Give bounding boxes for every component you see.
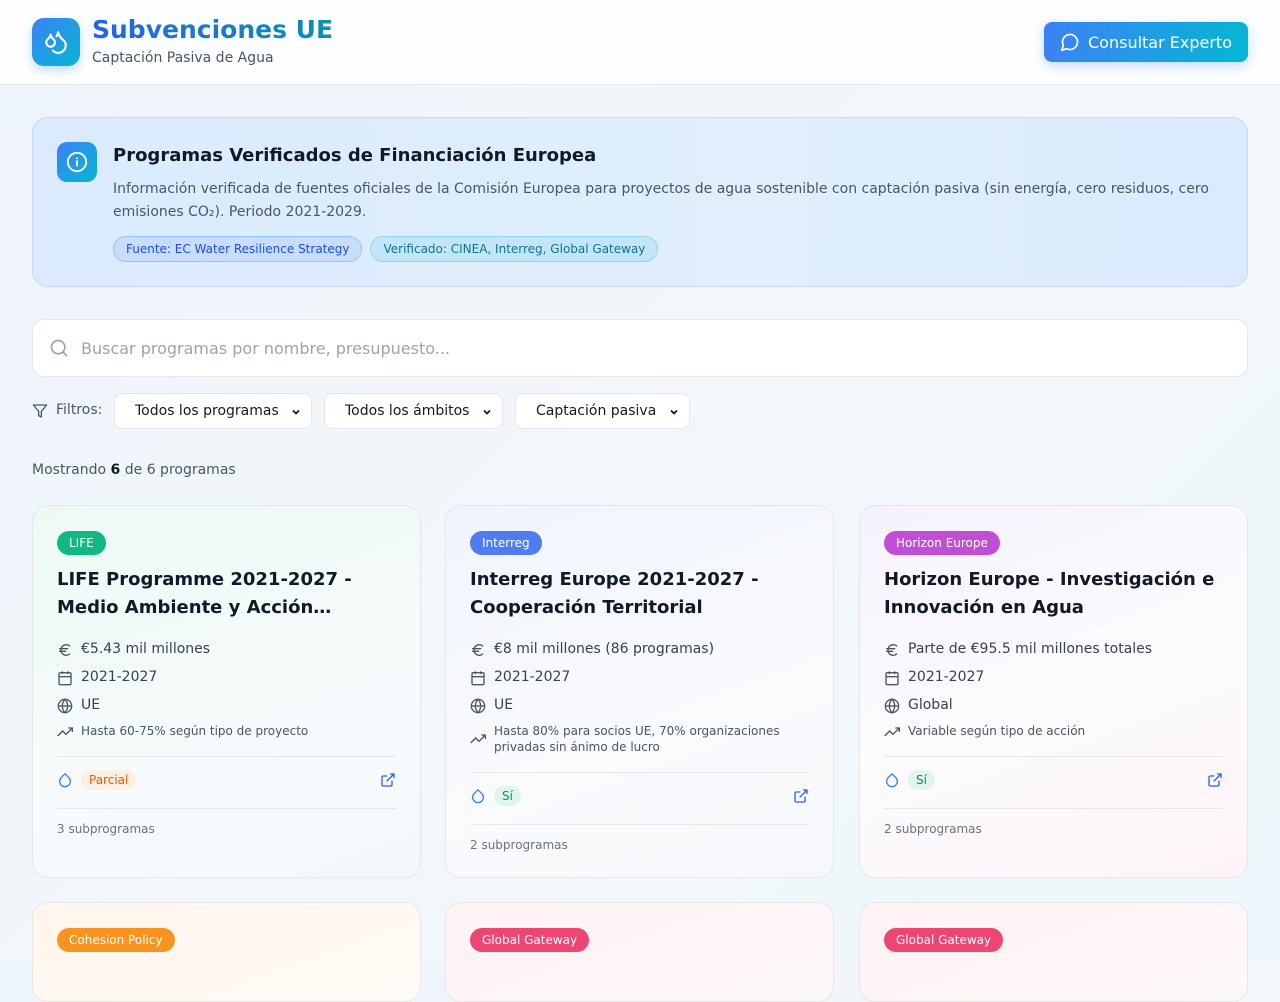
budget-row: €8 mil millones (86 programas) — [470, 641, 714, 658]
subprograms-count: 3 subprogramas — [57, 822, 155, 836]
budget-row: €5.43 mil millones — [57, 641, 210, 658]
water-drop-icon — [59, 772, 71, 788]
consult-expert-label: Consultar Experto — [1088, 32, 1232, 52]
passive-status: Sí — [884, 770, 935, 790]
scope-row: UE — [470, 697, 513, 714]
globe-icon — [470, 698, 486, 714]
calendar-icon — [58, 671, 72, 686]
subprograms-count: 2 subprogramas — [470, 838, 568, 852]
program-title: Horizon Europe - Investigación e Innovac… — [884, 569, 1215, 618]
filter-icon — [32, 404, 48, 418]
external-link-icon[interactable] — [380, 772, 396, 788]
euro-icon — [886, 643, 898, 657]
chevron-down-icon — [483, 409, 491, 415]
program-badge: Interreg — [470, 531, 542, 555]
passive-status: Sí — [470, 786, 521, 806]
cofinancing-row: Hasta 80% para socios UE, 70% organizaci… — [470, 723, 794, 755]
program-card[interactable]: Global Gateway — [445, 902, 834, 1002]
program-filter-select[interactable]: Todos los programas — [114, 393, 312, 429]
scope-row: Global — [884, 697, 953, 714]
chevron-down-icon — [292, 409, 300, 415]
euro-icon — [472, 643, 484, 657]
scope-row: UE — [57, 697, 100, 714]
app-title: Subvenciones UE — [92, 15, 334, 44]
program-card[interactable]: Global Gateway — [859, 902, 1248, 1002]
program-badge: Horizon Europe — [884, 531, 1000, 555]
passive-status-pill: Parcial — [81, 770, 137, 790]
globe-icon — [57, 698, 73, 714]
calendar-icon — [471, 671, 485, 686]
consult-expert-button[interactable]: Consultar Experto — [1044, 22, 1248, 62]
info-icon — [57, 142, 97, 182]
results-count: Mostrando 6 de 6 programas — [32, 462, 236, 478]
program-card[interactable]: Interreg Interreg Europe 2021-2027 - Coo… — [445, 505, 834, 878]
info-description: Información verificada de fuentes oficia… — [113, 181, 1209, 220]
filters-label: Filtros: — [56, 402, 103, 418]
info-title: Programas Verificados de Financiación Eu… — [113, 145, 597, 166]
chevron-down-icon — [670, 409, 678, 415]
program-title: Interreg Europe 2021-2027 - Cooperación … — [470, 569, 759, 618]
period-row: 2021-2027 — [470, 669, 570, 686]
program-badge: Global Gateway — [470, 928, 590, 952]
period-row: 2021-2027 — [57, 669, 157, 686]
water-drop-icon — [886, 772, 898, 788]
trending-up-icon — [57, 727, 73, 737]
app-subtitle: Captación Pasiva de Agua — [92, 50, 274, 66]
trending-up-icon — [470, 734, 486, 744]
capture-filter-value: Captación pasiva — [536, 403, 657, 419]
capture-filter-select[interactable]: Captación pasiva — [515, 393, 690, 429]
scope-filter-select[interactable]: Todos los ámbitos — [324, 393, 503, 429]
verified-tag: Verificado: CINEA, Interreg, Global Gate… — [370, 236, 659, 262]
cofinancing-row: Variable según tipo de acción — [884, 723, 1208, 740]
program-badge: Global Gateway — [884, 928, 1004, 952]
scope-filter-value: Todos los ámbitos — [345, 403, 470, 419]
info-banner: Programas Verificados de Financiación Eu… — [32, 117, 1248, 287]
search-icon — [50, 339, 68, 357]
program-badge: Cohesion Policy — [57, 928, 175, 952]
external-link-icon[interactable] — [1207, 772, 1223, 788]
source-tag: Fuente: EC Water Resilience Strategy — [113, 236, 363, 262]
budget-row: Parte de €95.5 mil millones totales — [884, 641, 1152, 658]
trending-up-icon — [884, 727, 900, 737]
passive-status-pill: Sí — [494, 786, 521, 806]
external-link-icon[interactable] — [793, 788, 809, 804]
calendar-icon — [885, 671, 899, 686]
water-drop-icon — [472, 788, 484, 804]
program-card[interactable]: Cohesion Policy — [32, 902, 421, 1002]
period-row: 2021-2027 — [884, 669, 984, 686]
search-box — [32, 319, 1248, 377]
program-card[interactable]: Horizon Europe Horizon Europe - Investig… — [859, 505, 1248, 878]
search-input[interactable] — [81, 328, 1231, 368]
program-badge: LIFE — [57, 531, 106, 555]
water-drops-logo-icon — [32, 18, 80, 66]
globe-icon — [884, 698, 900, 714]
program-title: LIFE Programme 2021-2027 - Medio Ambient… — [57, 569, 352, 618]
program-card[interactable]: LIFE LIFE Programme 2021-2027 - Medio Am… — [32, 505, 421, 878]
passive-status: Parcial — [57, 770, 137, 790]
cofinancing-row: Hasta 60-75% según tipo de proyecto — [57, 723, 381, 740]
subprograms-count: 2 subprogramas — [884, 822, 982, 836]
program-filter-value: Todos los programas — [135, 403, 279, 419]
chat-bubble-icon — [1060, 33, 1079, 52]
app-header: Subvenciones UE Captación Pasiva de Agua… — [0, 0, 1280, 85]
euro-icon — [59, 643, 71, 657]
passive-status-pill: Sí — [908, 770, 935, 790]
